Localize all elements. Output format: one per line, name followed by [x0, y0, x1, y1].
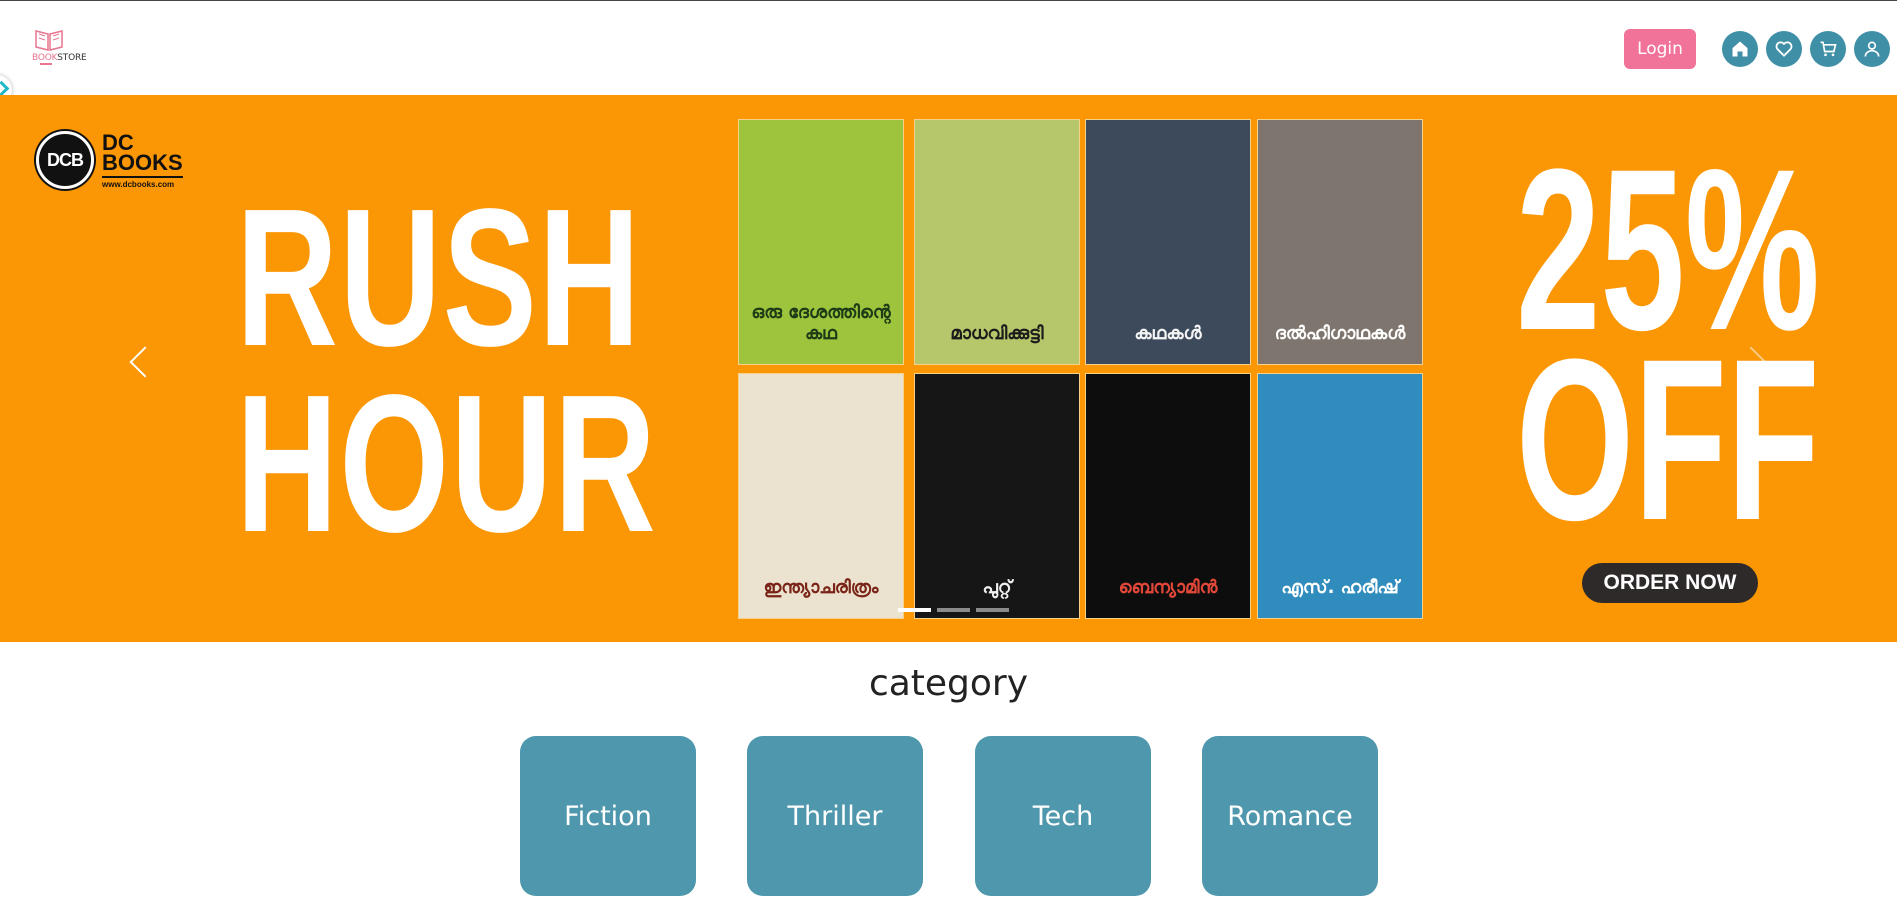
book-title: പുറ്റ് [982, 577, 1012, 598]
carousel-indicator[interactable] [937, 608, 970, 612]
carousel-indicators [898, 608, 1009, 612]
dcb-badge: DCB [36, 131, 94, 189]
cart-button[interactable] [1810, 31, 1846, 67]
book-title: എസ്. ഹരീഷ് [1281, 577, 1399, 598]
book-title: ദൽഹിഗാഥകൾ [1274, 323, 1406, 344]
category-card-romance[interactable]: Romance [1202, 736, 1378, 896]
banner-headline: RUSH HOUR [236, 168, 658, 573]
book-cover[interactable]: ഒരു ദേശത്തിന്റെ കഥ [738, 119, 904, 365]
headline-line-1: RUSH [236, 168, 642, 387]
book-cover[interactable]: എസ്. ഹരീഷ് [1257, 373, 1423, 619]
logo-underline [40, 63, 52, 65]
home-icon [1732, 41, 1748, 57]
book-cover[interactable]: ദൽഹിഗാഥകൾ [1257, 119, 1423, 365]
order-now-button[interactable]: ORDER NOW [1582, 563, 1758, 603]
cart-icon [1820, 41, 1837, 57]
category-heading: category [868, 663, 1029, 704]
navbar: BOOKSTORE Login [0, 1, 1897, 95]
book-logo-icon [35, 30, 63, 51]
carousel-prev-arrow[interactable] [129, 346, 161, 378]
profile-button[interactable] [1854, 31, 1890, 67]
book-covers-grid: ഒരു ദേശത്തിന്റെ കഥ മാധവിക്കുട്ടി കഥകൾ ദൽ… [738, 119, 1424, 621]
book-cover[interactable]: കഥകൾ [1085, 119, 1251, 365]
book-title: ഒരു ദേശത്തിന്റെ കഥ [751, 302, 891, 344]
book-cover[interactable]: പുറ്റ് [914, 373, 1080, 619]
wishlist-button[interactable] [1766, 31, 1802, 67]
bookstore-logo[interactable]: BOOKSTORE [32, 28, 88, 72]
category-card-thriller[interactable]: Thriller [747, 736, 923, 896]
carousel-indicator[interactable] [898, 608, 931, 612]
discount-line-2: OFF [1516, 311, 1820, 568]
promo-carousel: DCB DC BOOKS www.dcbooks.com RUSH HOUR ഒ… [0, 95, 1897, 642]
category-card-tech[interactable]: Tech [975, 736, 1151, 896]
headline-line-2: HOUR [236, 354, 658, 573]
book-title: മാധവിക്കുട്ടി [950, 323, 1044, 344]
discount-text: 25% OFF [1516, 135, 1820, 568]
category-card-fiction[interactable]: Fiction [520, 736, 696, 896]
dcb-name-2: BOOKS [102, 150, 183, 175]
book-cover[interactable]: മാധവിക്കുട്ടി [914, 119, 1080, 365]
logo-text: BOOKSTORE [32, 53, 87, 63]
book-title: ഇന്ത്യാചരിത്രം [763, 577, 879, 598]
carousel-indicator[interactable] [976, 608, 1009, 612]
user-icon [1864, 41, 1880, 57]
home-button[interactable] [1722, 31, 1758, 67]
dcb-url: www.dcbooks.com [102, 176, 183, 189]
heart-icon [1775, 41, 1793, 57]
book-title: ബെന്യാമിൻ [1118, 577, 1218, 598]
dc-books-logo: DCB DC BOOKS www.dcbooks.com [36, 131, 183, 189]
login-button[interactable]: Login [1624, 29, 1696, 69]
book-title: കഥകൾ [1134, 323, 1202, 344]
book-cover[interactable]: ബെന്യാമിൻ [1085, 373, 1251, 619]
book-cover[interactable]: ഇന്ത്യാചരിത്രം [738, 373, 904, 619]
